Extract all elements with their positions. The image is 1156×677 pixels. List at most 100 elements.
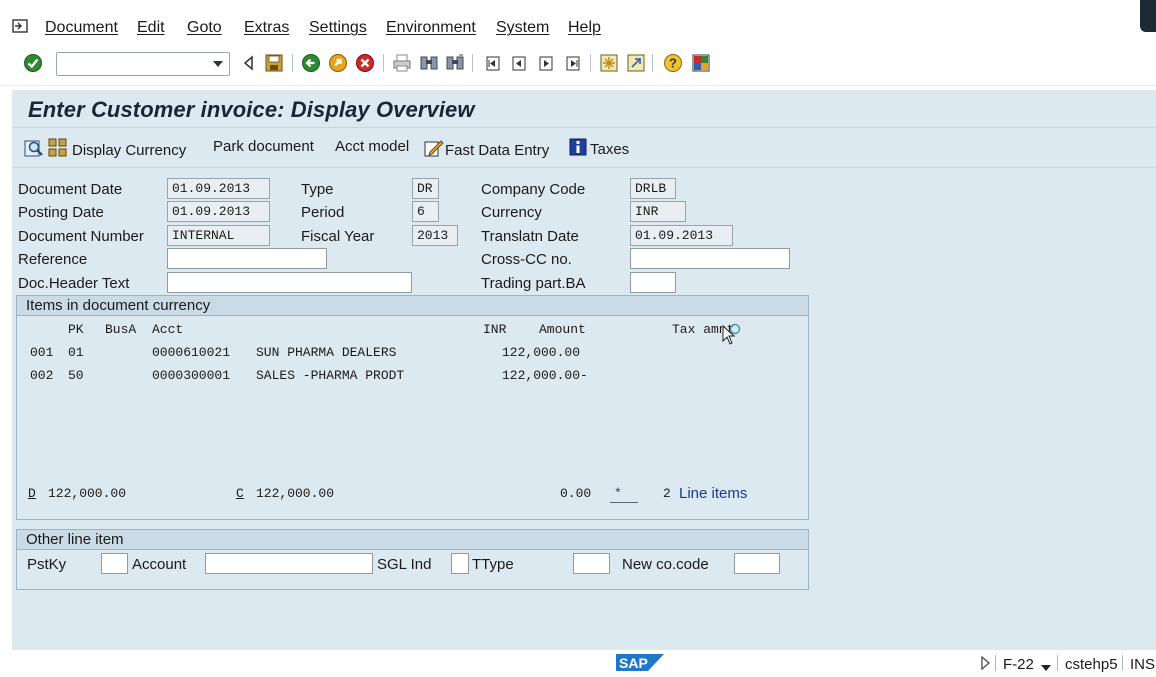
row-amount: 122,000.00-	[502, 368, 588, 383]
svg-text:?: ?	[669, 56, 677, 71]
line-items-count: 2	[663, 486, 671, 501]
chevron-down-icon[interactable]	[208, 53, 228, 75]
menu-environment[interactable]: Environment	[386, 19, 476, 37]
find-next-icon[interactable]	[444, 52, 466, 74]
document-date-label: Document Date	[18, 181, 123, 198]
column-header-amount: Amount	[539, 322, 586, 337]
ttype-field[interactable]	[573, 553, 610, 574]
row-item-number: 002	[30, 368, 54, 383]
doc-header-text-field[interactable]	[167, 272, 412, 293]
column-header-currency: INR	[483, 322, 507, 337]
currency-icon	[47, 138, 69, 162]
save-icon[interactable]	[263, 52, 285, 74]
menu-document[interactable]: Document	[45, 19, 118, 37]
system-menu-icon[interactable]	[12, 18, 30, 34]
fiscal-year-label: Fiscal Year	[301, 228, 375, 245]
line-items-label: Line items	[679, 485, 748, 502]
type-label: Type	[301, 181, 334, 198]
pstky-field[interactable]	[101, 553, 128, 574]
help-icon[interactable]: ?	[662, 52, 684, 74]
fast-data-entry-button[interactable]: Fast Data Entry	[424, 138, 549, 162]
row-pk: 01	[68, 345, 84, 360]
currency-label: Currency	[481, 204, 542, 221]
translatn-date-label: Translatn Date	[481, 228, 579, 245]
find-icon[interactable]	[418, 52, 440, 74]
row-account-name: SALES -PHARMA PRODT	[256, 368, 405, 383]
document-number-field[interactable]: INTERNAL	[167, 225, 270, 246]
sgl-ind-label: SGL Ind	[377, 556, 432, 573]
acct-model-label: Acct model	[335, 138, 410, 155]
balance-total: 0.00	[560, 486, 592, 501]
cross-cc-label: Cross-CC no.	[481, 251, 572, 268]
cross-cc-field[interactable]	[630, 248, 790, 269]
currency-field[interactable]: INR	[630, 201, 686, 222]
company-code-field[interactable]: DRLB	[630, 178, 676, 199]
menu-extras[interactable]: Extras	[244, 19, 289, 37]
new-session-icon[interactable]	[598, 52, 620, 74]
balance-marker-underline	[610, 502, 638, 503]
edit-pencil-icon	[424, 138, 444, 162]
translatn-date-field[interactable]: 01.09.2013	[630, 225, 733, 246]
menu-settings[interactable]: Settings	[309, 19, 367, 37]
row-item-number: 001	[30, 345, 54, 360]
taxes-button[interactable]: Taxes	[569, 138, 629, 160]
toolbar-separator	[383, 54, 384, 72]
column-header-pk: PK	[68, 322, 84, 337]
menu-edit[interactable]: Edit	[137, 19, 165, 37]
last-page-icon[interactable]	[562, 52, 584, 74]
period-field[interactable]: 6	[412, 201, 439, 222]
server-name: cstehp5	[1065, 656, 1118, 673]
previous-page-icon[interactable]	[508, 52, 530, 74]
display-currency-label: Display Currency	[72, 141, 187, 159]
column-header-busa: BusA	[105, 322, 137, 337]
company-code-label: Company Code	[481, 181, 586, 198]
sap-logo: SAP	[616, 654, 664, 671]
menu-help[interactable]: Help	[568, 19, 601, 37]
posting-date-field[interactable]: 01.09.2013	[167, 201, 270, 222]
status-divider	[1057, 655, 1058, 671]
doc-header-text-label: Doc.Header Text	[18, 275, 130, 292]
row-account[interactable]: 0000610021	[152, 345, 230, 360]
exit-icon[interactable]	[327, 52, 349, 74]
collapse-arrow-icon[interactable]	[237, 52, 259, 74]
fast-data-entry-label: Fast Data Entry	[445, 141, 550, 159]
reference-field[interactable]	[167, 248, 327, 269]
status-expand-icon[interactable]	[978, 655, 992, 671]
menu-system[interactable]: System	[496, 19, 549, 37]
enter-icon[interactable]	[22, 52, 44, 74]
back-icon[interactable]	[300, 52, 322, 74]
account-label: Account	[132, 556, 187, 573]
fiscal-year-field[interactable]: 2013	[412, 225, 458, 246]
acct-model-button[interactable]: Acct model	[335, 138, 409, 155]
document-date-field[interactable]: 01.09.2013	[167, 178, 270, 199]
print-icon[interactable]	[391, 52, 413, 74]
pstky-label: PstKy	[27, 556, 67, 573]
customize-layout-icon[interactable]	[690, 52, 712, 74]
shortcut-icon[interactable]	[625, 52, 647, 74]
taxes-label: Taxes	[590, 140, 630, 158]
command-field[interactable]	[56, 52, 230, 76]
trading-part-field[interactable]	[630, 272, 676, 293]
account-field[interactable]	[205, 553, 373, 574]
menu-goto[interactable]: Goto	[187, 19, 222, 37]
park-document-button[interactable]: Park document	[213, 138, 314, 155]
type-field[interactable]: DR	[412, 178, 439, 199]
sgl-ind-field[interactable]	[451, 553, 469, 574]
row-account[interactable]: 0000300001	[152, 368, 230, 383]
new-co-code-field[interactable]	[734, 553, 780, 574]
info-icon	[569, 138, 587, 160]
mouse-cursor-icon	[721, 322, 743, 346]
chevron-down-icon[interactable]	[1040, 659, 1052, 671]
debit-indicator: D	[28, 486, 36, 501]
display-currency-button[interactable]: Display Currency	[24, 138, 186, 162]
svg-text:SAP: SAP	[619, 655, 648, 671]
posting-date-label: Posting Date	[18, 204, 104, 221]
ttype-label: TType	[472, 556, 514, 573]
status-divider	[995, 655, 996, 671]
cancel-icon[interactable]	[354, 52, 376, 74]
window-control[interactable]	[1140, 0, 1156, 32]
first-page-icon[interactable]	[482, 52, 504, 74]
balance-marker: *	[614, 486, 622, 501]
next-page-icon[interactable]	[535, 52, 557, 74]
trading-part-label: Trading part.BA	[481, 275, 586, 292]
